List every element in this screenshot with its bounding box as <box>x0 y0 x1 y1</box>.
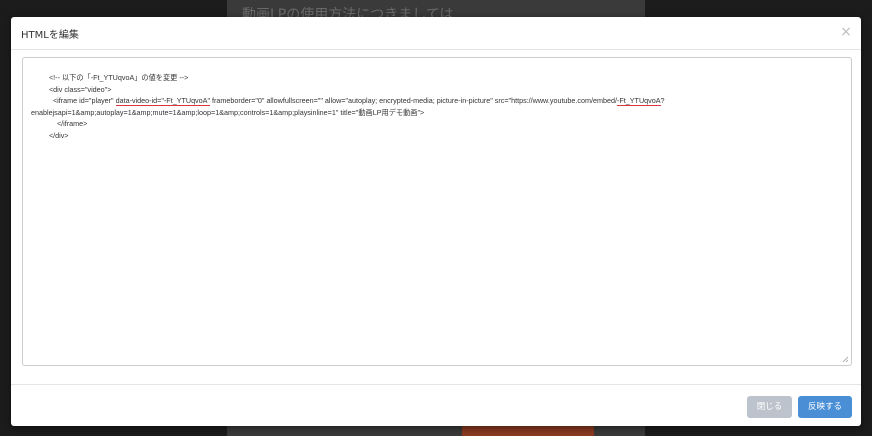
code-line: <!-- 以下の「-Ft_YTUqvoA」の値を変更 --> <box>31 72 846 84</box>
modal-title: HTMLを編集 <box>21 30 79 41</box>
code-iframe-attributes: frameborder="0" allowfullscreen="" allow… <box>210 96 617 105</box>
background-page: 動画LPの使用方法につきましては <box>227 0 645 18</box>
close-icon[interactable]: × <box>839 25 853 39</box>
modal-header: HTMLを編集 × <box>11 17 861 50</box>
resize-handle-icon[interactable] <box>842 356 849 363</box>
close-button[interactable]: 閉じる <box>747 396 792 418</box>
code-line: </iframe> <box>31 118 846 130</box>
modal-body: <!-- 以下の「-Ft_YTUqvoA」の値を変更 --> <div clas… <box>11 50 861 385</box>
modal-footer: 閉じる 反映する <box>11 384 861 427</box>
html-code-content: <!-- 以下の「-Ft_YTUqvoA」の値を変更 --> <div clas… <box>31 72 846 141</box>
background-page-accent <box>462 426 594 436</box>
background-page-title: 動画LPの使用方法につきましては <box>242 7 454 18</box>
code-div-close: </div> <box>48 130 69 140</box>
code-url-query-start: ? <box>660 96 665 105</box>
apply-button[interactable]: 反映する <box>798 396 852 418</box>
code-comment: <!-- 以下の「-Ft_YTUqvoA」の値を変更 --> <box>48 73 189 82</box>
html-code-textarea[interactable]: <!-- 以下の「-Ft_YTUqvoA」の値を変更 --> <div clas… <box>22 57 852 366</box>
code-iframe-open: <iframe id="player" <box>52 96 116 105</box>
video-id-in-url: -Ft_YTUqvoA <box>616 96 661 106</box>
code-div-open: <div class="video"> <box>48 84 112 94</box>
code-iframe-close: </iframe> <box>56 119 88 128</box>
code-line: enablejsapi=1&amp;autoplay=1&amp;mute=1&… <box>31 107 846 119</box>
code-iframe-params: enablejsapi=1&amp;autoplay=1&amp;mute=1&… <box>31 107 425 117</box>
code-line: <div class="video"> <box>31 84 846 96</box>
code-line: </div> <box>31 130 846 142</box>
video-id-attribute: data-video-id="-Ft_YTUqvoA" <box>115 96 210 106</box>
edit-html-modal: HTMLを編集 × <!-- 以下の「-Ft_YTUqvoA」の値を変更 -->… <box>11 17 861 426</box>
code-line: <iframe id="player" data-video-id="-Ft_Y… <box>31 95 846 107</box>
